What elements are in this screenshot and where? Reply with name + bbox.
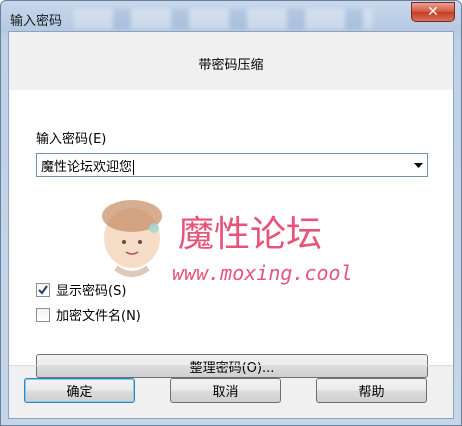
encrypt-filenames-checkbox[interactable] [36, 307, 50, 322]
window-title: 输入密码 [10, 14, 63, 29]
dialog-heading: 带密码压缩 [198, 58, 264, 73]
encrypt-filenames-label: 加密文件名(N) [56, 309, 141, 324]
ok-button[interactable]: 确定 [24, 378, 135, 403]
watermark-logo: 魔性论坛 www.moxing.cool [94, 198, 384, 293]
dialog-window: 输入密码 ✕ 带密码压缩 输入密码(E) 魔性论坛欢迎您 魔性论坛 www.mo… [0, 0, 462, 426]
mascot-icon [102, 200, 162, 277]
blurred-background [73, 9, 373, 29]
password-value: 魔性论坛欢迎您 [41, 159, 133, 175]
dropdown-arrow-icon[interactable] [409, 154, 427, 176]
organize-passwords-button[interactable]: 整理密码(O)... [36, 354, 428, 378]
show-password-label: 显示密码(S) [56, 284, 127, 299]
svg-text:www.moxing.cool: www.moxing.cool [172, 261, 353, 285]
encrypt-filenames-option[interactable]: 加密文件名(N) [36, 305, 141, 324]
text-caret [133, 159, 135, 175]
svg-text:魔性论坛: 魔性论坛 [178, 214, 322, 255]
close-icon: ✕ [427, 4, 439, 20]
cancel-button[interactable]: 取消 [170, 378, 281, 403]
checkmark-icon [38, 284, 48, 295]
show-password-option[interactable]: 显示密码(S) [36, 280, 126, 299]
header-panel: 带密码压缩 [9, 32, 453, 90]
title-bar[interactable]: 输入密码 ✕ [1, 1, 461, 35]
content-panel: 输入密码(E) 魔性论坛欢迎您 魔性论坛 www.moxing.cool 显示密… [9, 90, 453, 378]
password-label: 输入密码(E) [36, 132, 107, 147]
password-combobox[interactable]: 魔性论坛欢迎您 [36, 153, 428, 177]
footer-divider [9, 365, 453, 366]
help-button[interactable]: 帮助 [316, 378, 427, 403]
close-button[interactable]: ✕ [411, 2, 455, 22]
dialog-client: 带密码压缩 输入密码(E) 魔性论坛欢迎您 魔性论坛 www.moxing.co… [8, 31, 454, 419]
password-input[interactable]: 魔性论坛欢迎您 [37, 156, 409, 175]
show-password-checkbox[interactable] [36, 282, 50, 297]
